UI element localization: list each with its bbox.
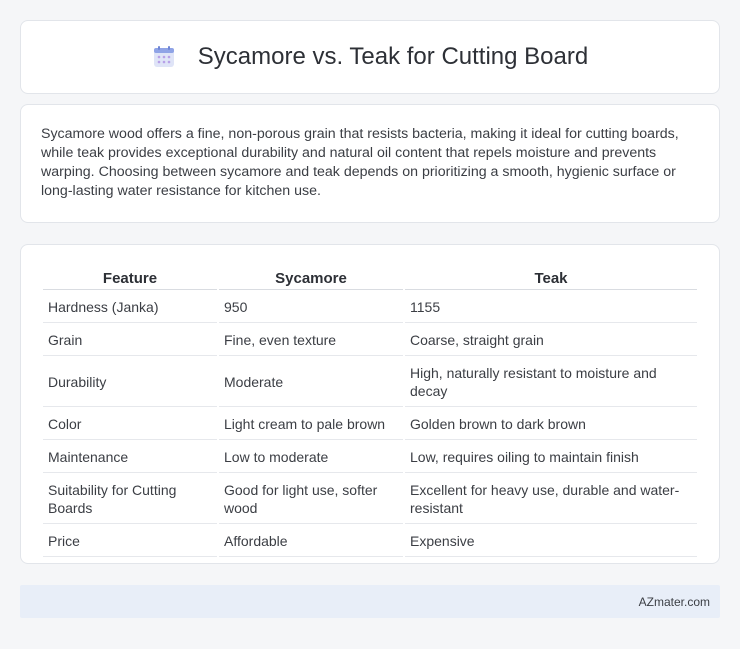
intro-card: Sycamore wood offers a fine, non-porous … <box>20 104 720 223</box>
table-row: Durability Moderate High, naturally resi… <box>43 358 697 407</box>
cell-feature: Color <box>43 409 217 440</box>
cell-sycamore: Moderate <box>219 358 403 407</box>
cell-feature: Suitability for Cutting Boards <box>43 475 217 524</box>
cell-teak: 1155 <box>405 292 697 323</box>
column-header-feature: Feature <box>43 267 217 290</box>
comparison-table: Feature Sycamore Teak Hardness (Janka) 9… <box>41 265 699 559</box>
cell-feature: Grain <box>43 325 217 356</box>
cell-sycamore: Light cream to pale brown <box>219 409 403 440</box>
cell-sycamore: Low to moderate <box>219 442 403 473</box>
cell-feature: Maintenance <box>43 442 217 473</box>
calendar-icon <box>152 45 176 69</box>
cell-teak: Excellent for heavy use, durable and wat… <box>405 475 697 524</box>
table-row: Suitability for Cutting Boards Good for … <box>43 475 697 524</box>
cell-sycamore: Fine, even texture <box>219 325 403 356</box>
cell-sycamore: Affordable <box>219 526 403 557</box>
header-card: Sycamore vs. Teak for Cutting Board <box>20 20 720 94</box>
cell-teak: Golden brown to dark brown <box>405 409 697 440</box>
cell-feature: Hardness (Janka) <box>43 292 217 323</box>
cell-sycamore: 950 <box>219 292 403 323</box>
cell-teak: High, naturally resistant to moisture an… <box>405 358 697 407</box>
footer-bar: AZmater.com <box>20 585 720 618</box>
column-header-sycamore: Sycamore <box>219 267 403 290</box>
table-row: Price Affordable Expensive <box>43 526 697 557</box>
cell-teak: Coarse, straight grain <box>405 325 697 356</box>
table-row: Grain Fine, even texture Coarse, straigh… <box>43 325 697 356</box>
table-row: Maintenance Low to moderate Low, require… <box>43 442 697 473</box>
table-row: Color Light cream to pale brown Golden b… <box>43 409 697 440</box>
cell-feature: Price <box>43 526 217 557</box>
comparison-table-card: Feature Sycamore Teak Hardness (Janka) 9… <box>20 244 720 564</box>
page-title: Sycamore vs. Teak for Cutting Board <box>197 43 589 70</box>
cell-feature: Durability <box>43 358 217 407</box>
cell-teak: Low, requires oiling to maintain finish <box>405 442 697 473</box>
intro-text: Sycamore wood offers a fine, non-porous … <box>41 126 679 199</box>
cell-sycamore: Good for light use, softer wood <box>219 475 403 524</box>
table-header-row: Feature Sycamore Teak <box>43 267 697 290</box>
table-row: Hardness (Janka) 950 1155 <box>43 292 697 323</box>
cell-teak: Expensive <box>405 526 697 557</box>
footer-brand[interactable]: AZmater.com <box>639 595 710 609</box>
column-header-teak: Teak <box>405 267 697 290</box>
